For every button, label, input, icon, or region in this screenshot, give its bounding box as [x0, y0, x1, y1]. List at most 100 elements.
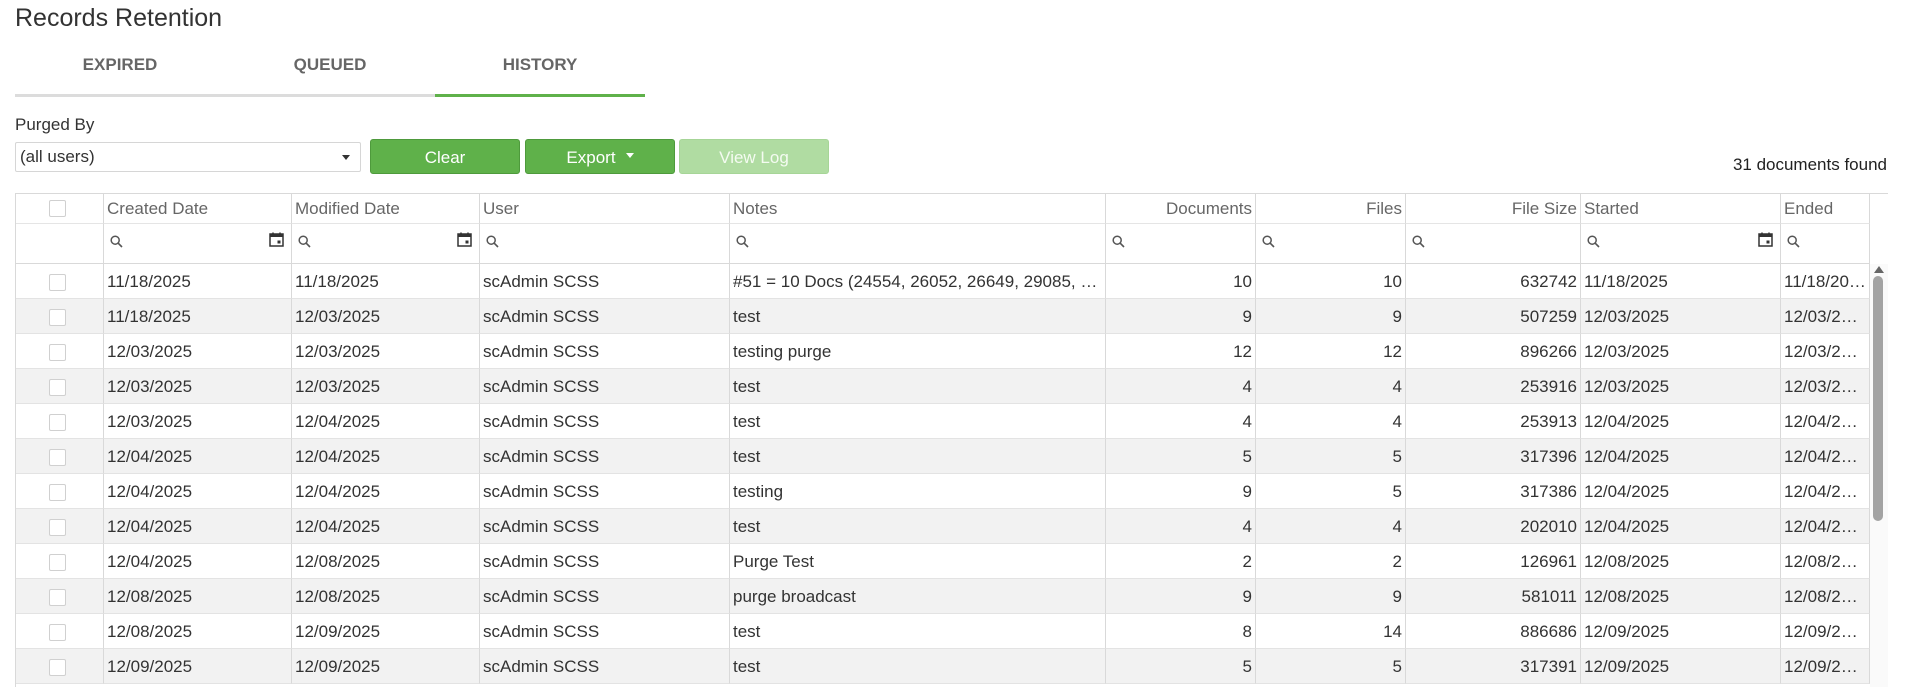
- table-row[interactable]: 11/18/2025 11/18/2025 scAdmin SCSS #51 = 10…: [16, 264, 1870, 299]
- purged-by-dropdown[interactable]: (all users): [15, 142, 361, 172]
- column-header-modified[interactable]: Modified Date: [292, 194, 480, 224]
- cell-files: 10: [1256, 264, 1406, 299]
- table-row[interactable]: 12/03/2025 12/03/2025 scAdmin SCSS test 4 4 25…: [16, 369, 1870, 404]
- table-row[interactable]: 12/08/2025 12/09/2025 scAdmin SCSS test 8 14 8…: [16, 614, 1870, 649]
- cell-ended: 12/04/2025: [1781, 439, 1870, 474]
- table-row[interactable]: 12/03/2025 12/04/2025 scAdmin SCSS test 4 4 25…: [16, 404, 1870, 439]
- tab-history[interactable]: HISTORY: [435, 52, 645, 97]
- filter-files[interactable]: [1256, 224, 1406, 264]
- filter-ended[interactable]: [1781, 224, 1870, 264]
- cell-documents: 9: [1106, 474, 1256, 509]
- search-icon: [1112, 235, 1125, 248]
- filter-size[interactable]: [1406, 224, 1581, 264]
- filter-documents[interactable]: [1106, 224, 1256, 264]
- column-header-size[interactable]: File Size: [1406, 194, 1581, 224]
- search-icon: [486, 235, 499, 248]
- row-checkbox[interactable]: [49, 309, 66, 326]
- table-row[interactable]: 12/03/2025 12/03/2025 scAdmin SCSS testing …: [16, 334, 1870, 369]
- cell-files: 4: [1256, 404, 1406, 439]
- scrollbar-thumb[interactable]: [1873, 276, 1883, 521]
- column-header-label: Files: [1366, 199, 1402, 218]
- cell-select[interactable]: [16, 404, 104, 439]
- cell-modified: 12/04/2025: [292, 474, 480, 509]
- table-row[interactable]: 12/09/2025 12/09/2025 scAdmin SCSS test 5 5 31…: [16, 649, 1870, 684]
- cell-created: 12/09/2025: [104, 649, 292, 684]
- cell-select[interactable]: [16, 369, 104, 404]
- cell-select[interactable]: [16, 579, 104, 614]
- row-checkbox[interactable]: [49, 659, 66, 676]
- cell-user: scAdmin SCSS: [480, 369, 730, 404]
- search-icon: [1262, 235, 1275, 248]
- filter-user[interactable]: [480, 224, 730, 264]
- cell-select[interactable]: [16, 509, 104, 544]
- cell-notes: test: [730, 614, 1106, 649]
- table-row[interactable]: 11/18/2025 12/03/2025 scAdmin SCSS test 9 9 50…: [16, 299, 1870, 334]
- column-header-files[interactable]: Files: [1256, 194, 1406, 224]
- cell-files: 4: [1256, 369, 1406, 404]
- tab-bar: EXPIRED QUEUED HISTORY: [15, 52, 645, 97]
- view-log-button[interactable]: View Log: [679, 139, 829, 174]
- column-header-user[interactable]: User: [480, 194, 730, 224]
- column-header-label: Started: [1584, 199, 1639, 218]
- table-row[interactable]: 12/04/2025 12/04/2025 scAdmin SCSS test 4 4 20…: [16, 509, 1870, 544]
- row-checkbox[interactable]: [49, 484, 66, 501]
- cell-files: 5: [1256, 439, 1406, 474]
- column-header-ended[interactable]: Ended: [1781, 194, 1870, 224]
- cell-ended: 12/03/2025: [1781, 299, 1870, 334]
- calendar-icon[interactable]: [1758, 232, 1773, 247]
- column-header-notes[interactable]: Notes: [730, 194, 1106, 224]
- column-header-created[interactable]: Created Date: [104, 194, 292, 224]
- row-checkbox[interactable]: [49, 589, 66, 606]
- calendar-icon[interactable]: [457, 232, 472, 247]
- cell-notes: purge broadcast: [730, 579, 1106, 614]
- filter-notes[interactable]: [730, 224, 1106, 264]
- cell-documents: 4: [1106, 509, 1256, 544]
- filter-created[interactable]: [104, 224, 292, 264]
- table-row[interactable]: 12/04/2025 12/04/2025 scAdmin SCSS test 5 5 31…: [16, 439, 1870, 474]
- column-header-started[interactable]: Started: [1581, 194, 1781, 224]
- cell-select[interactable]: [16, 334, 104, 369]
- cell-select[interactable]: [16, 299, 104, 334]
- vertical-scrollbar[interactable]: [1870, 264, 1888, 687]
- cell-notes: Purge Test: [730, 544, 1106, 579]
- table-row[interactable]: 12/08/2025 12/08/2025 scAdmin SCSS purge br…: [16, 579, 1870, 614]
- cell-select[interactable]: [16, 474, 104, 509]
- cell-created: 12/03/2025: [104, 404, 292, 439]
- column-header-label: Ended: [1784, 199, 1834, 218]
- row-checkbox[interactable]: [49, 519, 66, 536]
- row-checkbox[interactable]: [49, 449, 66, 466]
- clear-button[interactable]: Clear: [370, 139, 520, 174]
- column-header-documents[interactable]: Documents: [1106, 194, 1256, 224]
- cell-select[interactable]: [16, 614, 104, 649]
- cell-created: 11/18/2025: [104, 299, 292, 334]
- cell-user: scAdmin SCSS: [480, 299, 730, 334]
- tab-expired[interactable]: EXPIRED: [15, 52, 225, 94]
- filter-started[interactable]: [1581, 224, 1781, 264]
- row-checkbox[interactable]: [49, 344, 66, 361]
- row-checkbox[interactable]: [49, 274, 66, 291]
- cell-files: 5: [1256, 649, 1406, 684]
- row-checkbox[interactable]: [49, 554, 66, 571]
- cell-files: 12: [1256, 334, 1406, 369]
- filter-modified[interactable]: [292, 224, 480, 264]
- cell-select[interactable]: [16, 649, 104, 684]
- cell-select[interactable]: [16, 264, 104, 299]
- cell-user: scAdmin SCSS: [480, 579, 730, 614]
- column-header-select[interactable]: [16, 194, 104, 224]
- export-button[interactable]: Export: [525, 139, 675, 174]
- table-row[interactable]: 12/04/2025 12/08/2025 scAdmin SCSS Purge Te…: [16, 544, 1870, 579]
- cell-size: 317396: [1406, 439, 1581, 474]
- cell-modified: 12/03/2025: [292, 334, 480, 369]
- cell-select[interactable]: [16, 544, 104, 579]
- table-row[interactable]: 12/04/2025 12/04/2025 scAdmin SCSS testing 9…: [16, 474, 1870, 509]
- scroll-up-icon[interactable]: [1874, 266, 1884, 273]
- row-checkbox[interactable]: [49, 379, 66, 396]
- cell-select[interactable]: [16, 439, 104, 474]
- row-checkbox[interactable]: [49, 414, 66, 431]
- select-all-checkbox[interactable]: [49, 200, 66, 217]
- tab-queued[interactable]: QUEUED: [225, 52, 435, 94]
- calendar-icon[interactable]: [269, 232, 284, 247]
- cell-user: scAdmin SCSS: [480, 649, 730, 684]
- cell-started: 12/04/2025: [1581, 404, 1781, 439]
- row-checkbox[interactable]: [49, 624, 66, 641]
